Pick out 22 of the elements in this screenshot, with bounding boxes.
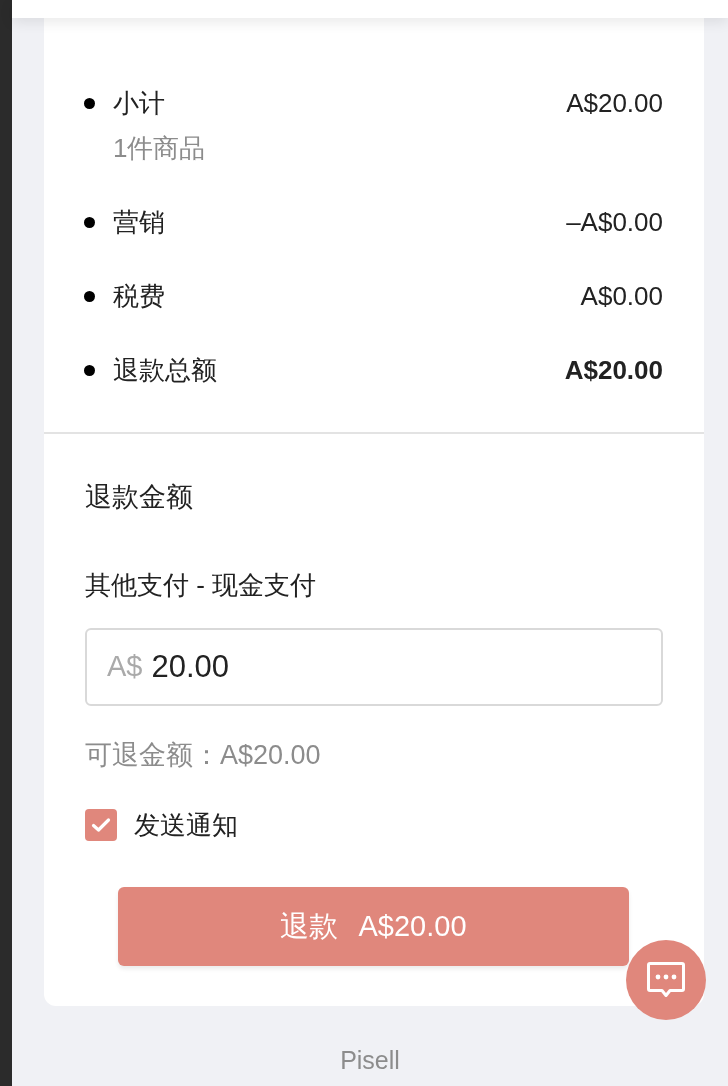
summary-label: 营销 — [113, 206, 165, 239]
amount-input[interactable]: A$ 20.00 — [85, 628, 663, 706]
summary-label: 税费 — [113, 280, 165, 313]
footer-brand: Pisell — [340, 1045, 400, 1076]
summary-amount: A$20.00 — [566, 87, 663, 120]
total-amount: A$20.00 — [564, 354, 663, 387]
summary-amount: –A$0.00 — [566, 206, 663, 239]
payment-method: 其他支付 - 现金支付 — [85, 569, 317, 602]
refundable-amount: 可退金额：A$20.00 — [85, 739, 321, 772]
bullet-icon — [84, 217, 95, 228]
summary-amount: A$0.00 — [580, 280, 663, 313]
chat-icon — [646, 961, 686, 999]
section-title: 退款金额 — [85, 481, 193, 514]
summary-label: 小计 — [113, 87, 165, 120]
checkbox[interactable] — [85, 809, 117, 841]
bullet-icon — [84, 98, 95, 109]
bullet-icon — [84, 291, 95, 302]
checkmark-icon — [91, 817, 111, 833]
bullet-icon — [84, 365, 95, 376]
checkbox-label: 发送通知 — [134, 809, 238, 842]
summary-label: 退款总额 — [113, 354, 217, 387]
summary-note: 1件商品 — [113, 132, 206, 165]
